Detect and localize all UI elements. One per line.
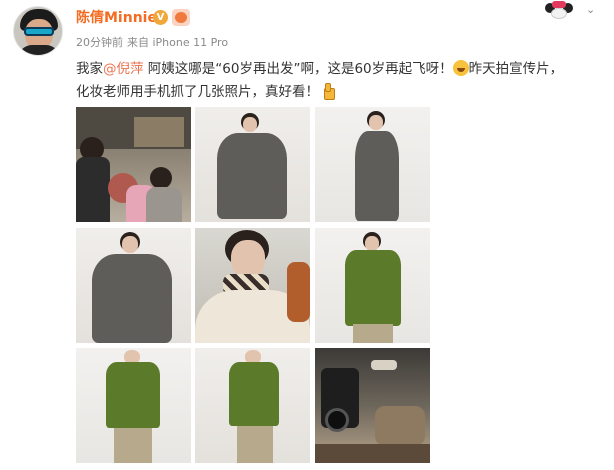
avatar[interactable] [13,6,63,56]
verified-v-icon: V [153,10,168,25]
username[interactable]: 陈倩Minnie [76,9,157,27]
weibo-level-icon [172,9,190,26]
photo-1[interactable] [76,107,191,222]
mascot-decoration-icon [541,1,577,19]
photo-8[interactable] [195,348,310,463]
post-meta: 20分钟前 来自 iPhone 11 Pro [76,36,228,50]
post-text: 我家@倪萍 阿姨这哪是“60岁再出发”啊，这是60岁再起飞呀！ 昨天拍宣传片， 化… [76,58,606,104]
photo-4[interactable] [76,228,191,343]
mention-link[interactable]: @倪萍 [103,61,144,77]
post-text-part: 昨天拍宣传片， [468,61,564,77]
photo-7[interactable] [76,348,191,463]
photo-6[interactable] [315,228,430,343]
thumbs-up-emoji-icon [319,83,335,100]
post-time[interactable]: 20分钟前 [76,36,123,49]
post-text-part: 化妆老师用手机抓了几张照片，真好看！ [76,84,319,100]
photo-3[interactable] [315,107,430,222]
chevron-down-icon[interactable]: ⌄ [586,3,595,16]
post-source: 来自 iPhone 11 Pro [127,36,229,49]
photo-9[interactable] [315,348,430,463]
photo-2[interactable] [195,107,310,222]
post-text-part: 我家 [76,61,103,77]
laugh-cry-emoji-icon [452,60,469,76]
photo-5[interactable] [195,228,310,343]
post-text-part: 阿姨这哪是“60岁再出发”啊，这是60岁再起飞呀！ [143,61,453,77]
